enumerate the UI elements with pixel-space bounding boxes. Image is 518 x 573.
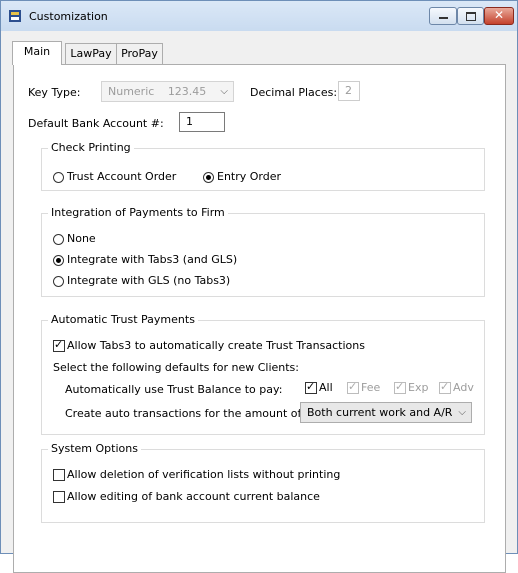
integration-title: Integration of Payments to Firm — [48, 206, 228, 219]
radio-entry-order[interactable] — [203, 172, 214, 183]
chevron-down-icon: ⌵ — [458, 407, 466, 418]
app-icon — [9, 10, 21, 22]
main-tab-panel: Key Type: Numeric 123.45 ⌵ Decimal Place… — [13, 64, 506, 573]
defaults-label: Select the following defaults for new Cl… — [53, 361, 299, 374]
integration-group: Integration of Payments to Firm None Int… — [41, 206, 485, 297]
amount-select-value: Both current work and A/R — [307, 406, 453, 419]
radio-integrate-gls[interactable] — [53, 276, 64, 287]
title-bar[interactable]: Customization — [1, 1, 517, 31]
use-balance-label: Automatically use Trust Balance to pay: — [65, 383, 283, 396]
integrate-gls-label: Integrate with GLS (no Tabs3) — [67, 274, 231, 287]
entry-order-label: Entry Order — [217, 170, 282, 183]
radio-none[interactable] — [53, 234, 64, 245]
chevron-down-icon: ⌵ — [220, 86, 228, 97]
pay-all-checkbox[interactable] — [305, 380, 317, 394]
minimize-button[interactable] — [429, 7, 457, 25]
allow-editing-checkbox[interactable] — [53, 491, 65, 503]
maximize-button[interactable] — [457, 7, 484, 25]
allow-auto-trust-checkbox[interactable] — [53, 338, 65, 352]
integrate-tabs3-label: Integrate with Tabs3 (and GLS) — [67, 253, 238, 266]
auto-trust-title: Automatic Trust Payments — [48, 313, 198, 326]
pay-fee-checkbox[interactable] — [347, 380, 359, 394]
close-button[interactable] — [484, 7, 514, 25]
customization-window: Customization Main LawPay ProPay Key Typ… — [0, 0, 518, 573]
amount-select[interactable]: Both current work and A/R ⌵ — [300, 402, 472, 423]
key-type-select[interactable]: Numeric 123.45 ⌵ — [101, 81, 234, 102]
decimal-places-field[interactable]: 2 — [338, 81, 360, 101]
system-options-group: System Options Allow deletion of verific… — [41, 442, 485, 523]
auto-trust-group: Automatic Trust Payments Allow Tabs3 to … — [41, 313, 485, 435]
key-type-label: Key Type: — [28, 86, 81, 99]
pay-fee-label: Fee — [361, 381, 381, 394]
tab-main[interactable]: Main — [12, 41, 62, 65]
pay-exp-label: Exp — [408, 381, 429, 394]
default-bank-label: Default Bank Account #: — [28, 117, 164, 130]
radio-integrate-tabs3[interactable] — [53, 255, 64, 266]
pay-adv-checkbox[interactable] — [439, 380, 451, 394]
trust-account-order-label: Trust Account Order — [67, 170, 177, 183]
allow-deletion-label: Allow deletion of verification lists wit… — [67, 468, 341, 481]
allow-deletion-checkbox[interactable] — [53, 469, 65, 481]
allow-auto-trust-label: Allow Tabs3 to automatically create Trus… — [67, 339, 365, 352]
none-label: None — [67, 232, 96, 245]
check-printing-group: Check Printing Trust Account Order Entry… — [41, 141, 485, 191]
amount-label: Create auto transactions for the amount … — [65, 407, 305, 420]
system-options-title: System Options — [48, 442, 141, 455]
decimal-places-label: Decimal Places: — [250, 86, 338, 99]
allow-editing-label: Allow editing of bank account current ba… — [67, 490, 320, 503]
key-type-value: Numeric — [108, 85, 155, 98]
tab-propay[interactable]: ProPay — [116, 43, 163, 64]
radio-trust-account-order[interactable] — [53, 172, 64, 183]
pay-all-label: All — [319, 381, 333, 394]
check-printing-title: Check Printing — [48, 141, 134, 154]
tab-lawpay[interactable]: LawPay — [65, 43, 117, 64]
pay-exp-checkbox[interactable] — [394, 380, 406, 394]
window-title: Customization — [29, 10, 108, 23]
default-bank-field[interactable]: 1 — [179, 112, 225, 132]
pay-adv-label: Adv — [453, 381, 474, 394]
key-type-sample: 123.45 — [167, 85, 207, 98]
dialog-client: Main LawPay ProPay Key Type: Numeric 123… — [9, 31, 509, 573]
